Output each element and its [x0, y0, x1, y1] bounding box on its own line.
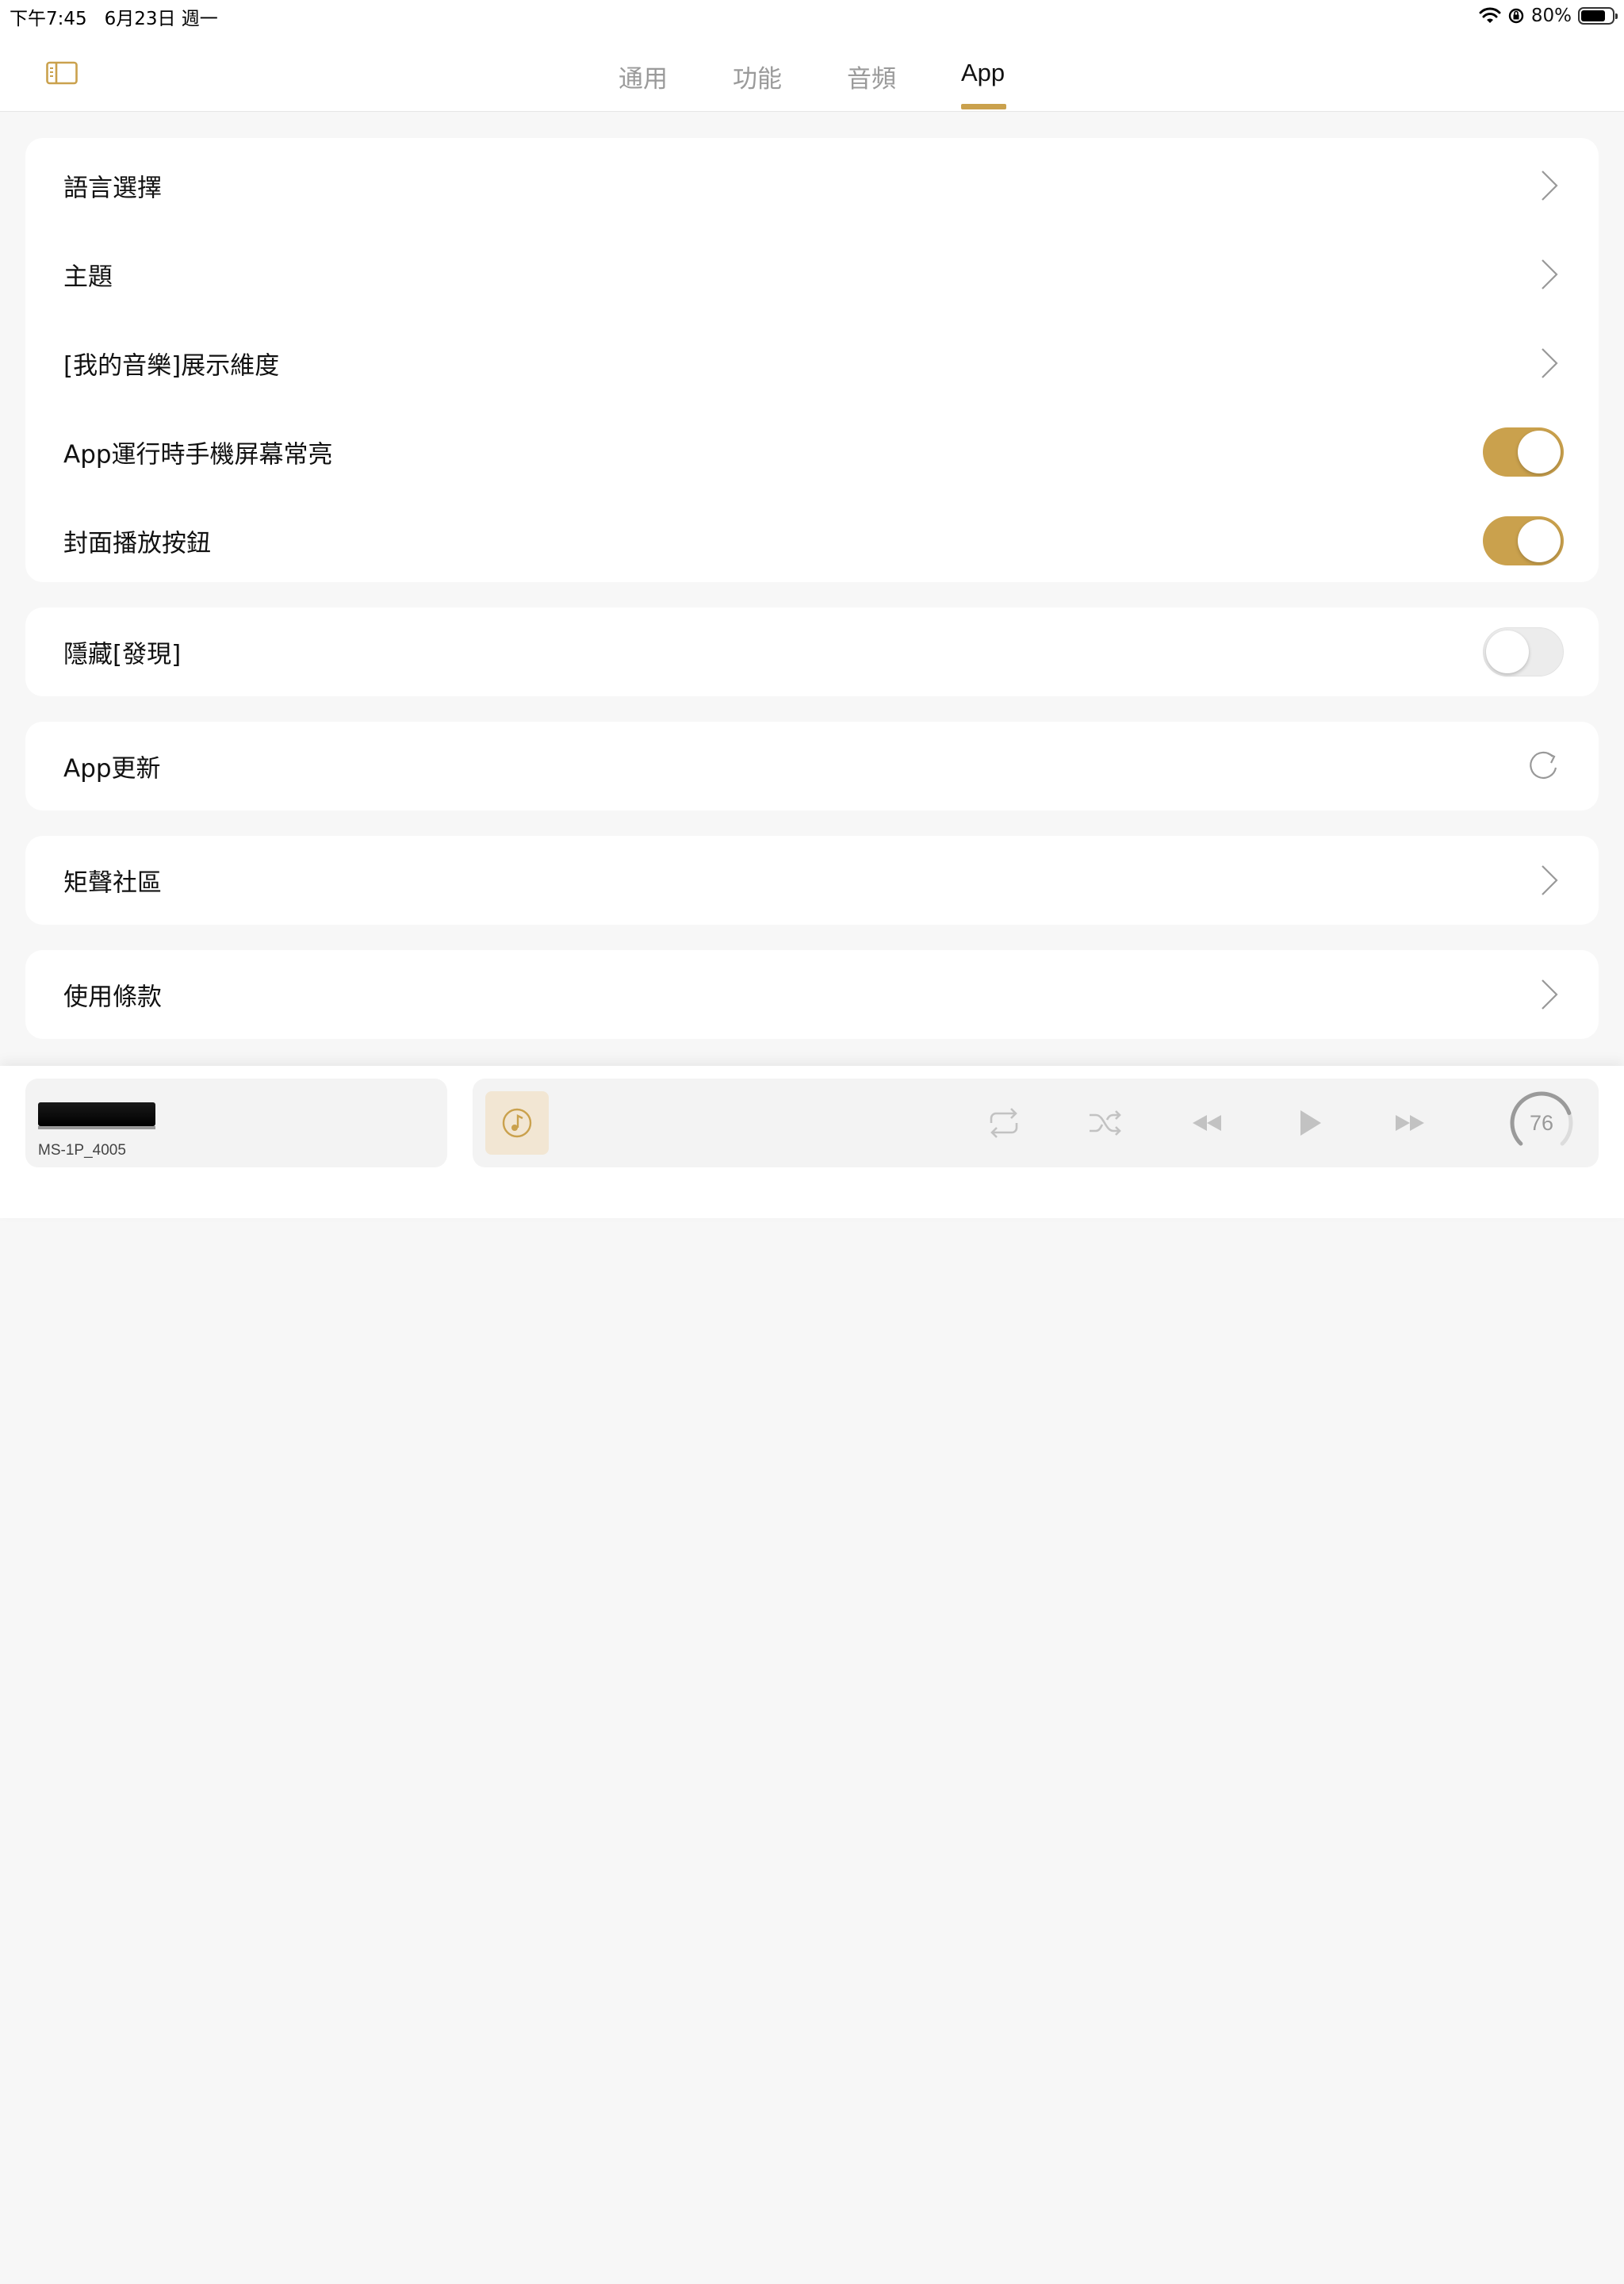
- row-my-music-dimension[interactable]: [我的音樂]展示維度: [25, 319, 1599, 408]
- device-name: MS-1P_4005: [38, 1142, 126, 1159]
- row-label: App運行時手機屏幕常亮: [63, 440, 333, 469]
- settings-card-app-update: App更新: [25, 722, 1599, 811]
- music-note-button[interactable]: [485, 1091, 549, 1155]
- row-label: 主題: [63, 263, 113, 292]
- tab-features[interactable]: 功能: [733, 59, 782, 94]
- row-theme[interactable]: 主題: [25, 230, 1599, 319]
- hide-discover-toggle[interactable]: [1483, 627, 1564, 676]
- shuffle-icon[interactable]: [1086, 1106, 1124, 1140]
- music-note-icon: [502, 1108, 532, 1138]
- row-label: 使用條款: [63, 983, 162, 1012]
- status-right: 80%: [1479, 3, 1618, 29]
- row-community[interactable]: 矩聲社區: [25, 836, 1599, 925]
- status-time-date: 下午7:45 6月23日 週一: [10, 9, 218, 29]
- orientation-lock-icon: [1508, 8, 1524, 24]
- row-app-update[interactable]: App更新: [25, 722, 1599, 811]
- next-icon[interactable]: [1391, 1106, 1429, 1140]
- row-label: 語言選擇: [63, 174, 162, 203]
- row-label: 封面播放按鈕: [63, 529, 211, 558]
- toggle-knob: [1518, 519, 1561, 562]
- row-label: 矩聲社區: [63, 868, 162, 898]
- battery-percent: 80%: [1530, 6, 1572, 26]
- settings-card-main: 語言選擇 主題 [我的音樂]展示維度 App運行時手機屏幕常亮 封面播放按鈕: [25, 138, 1599, 582]
- wifi-icon: [1479, 7, 1501, 23]
- previous-icon[interactable]: [1188, 1106, 1226, 1140]
- top-nav: 通用 功能 音頻 App: [0, 32, 1624, 112]
- row-cover-play-button: 封面播放按鈕: [25, 496, 1599, 585]
- device-card[interactable]: MS-1P_4005: [25, 1079, 447, 1167]
- tab-audio[interactable]: 音頻: [847, 59, 896, 94]
- volume-knob[interactable]: 76: [1508, 1090, 1575, 1156]
- battery-icon: [1578, 7, 1618, 25]
- toggle-knob: [1518, 431, 1561, 473]
- device-thumbnail: [38, 1102, 155, 1129]
- volume-value: 76: [1529, 1111, 1554, 1135]
- keep-screen-on-toggle[interactable]: [1483, 427, 1564, 477]
- settings-card-hide-discover: 隱藏[發現]: [25, 607, 1599, 696]
- refresh-icon[interactable]: [1526, 749, 1561, 784]
- tab-app[interactable]: App: [961, 59, 1005, 87]
- row-language[interactable]: 語言選擇: [25, 141, 1599, 230]
- battery-fill: [1581, 10, 1606, 21]
- row-label: [我的音樂]展示維度: [63, 351, 280, 381]
- home-indicator-area: [0, 2246, 1624, 2284]
- playback-controls: 76: [473, 1079, 1599, 1167]
- row-label: App更新: [63, 754, 161, 784]
- play-icon[interactable]: [1289, 1106, 1327, 1140]
- row-label: 隱藏[發現]: [63, 640, 182, 669]
- row-hide-discover: 隱藏[發現]: [25, 607, 1599, 696]
- chevron-right-icon: [1542, 348, 1558, 378]
- toggle-knob: [1486, 630, 1529, 673]
- repeat-icon[interactable]: [985, 1106, 1023, 1140]
- settings-card-terms: 使用條款: [25, 950, 1599, 1039]
- chevron-right-icon: [1542, 259, 1558, 289]
- row-keep-screen-on: App運行時手機屏幕常亮: [25, 408, 1599, 496]
- chevron-right-icon: [1542, 865, 1558, 895]
- player-bar: MS-1P_4005 76: [0, 1066, 1624, 1218]
- chevron-right-icon: [1542, 171, 1558, 201]
- tab-bar: 通用 功能 音頻 App: [0, 32, 1624, 111]
- status-bar: 下午7:45 6月23日 週一 80%: [0, 0, 1624, 32]
- cover-play-button-toggle[interactable]: [1483, 516, 1564, 565]
- active-tab-indicator: [961, 104, 1006, 109]
- row-terms-of-use[interactable]: 使用條款: [25, 950, 1599, 1039]
- chevron-right-icon: [1542, 979, 1558, 1010]
- tab-general[interactable]: 通用: [619, 59, 668, 94]
- settings-card-community: 矩聲社區: [25, 836, 1599, 925]
